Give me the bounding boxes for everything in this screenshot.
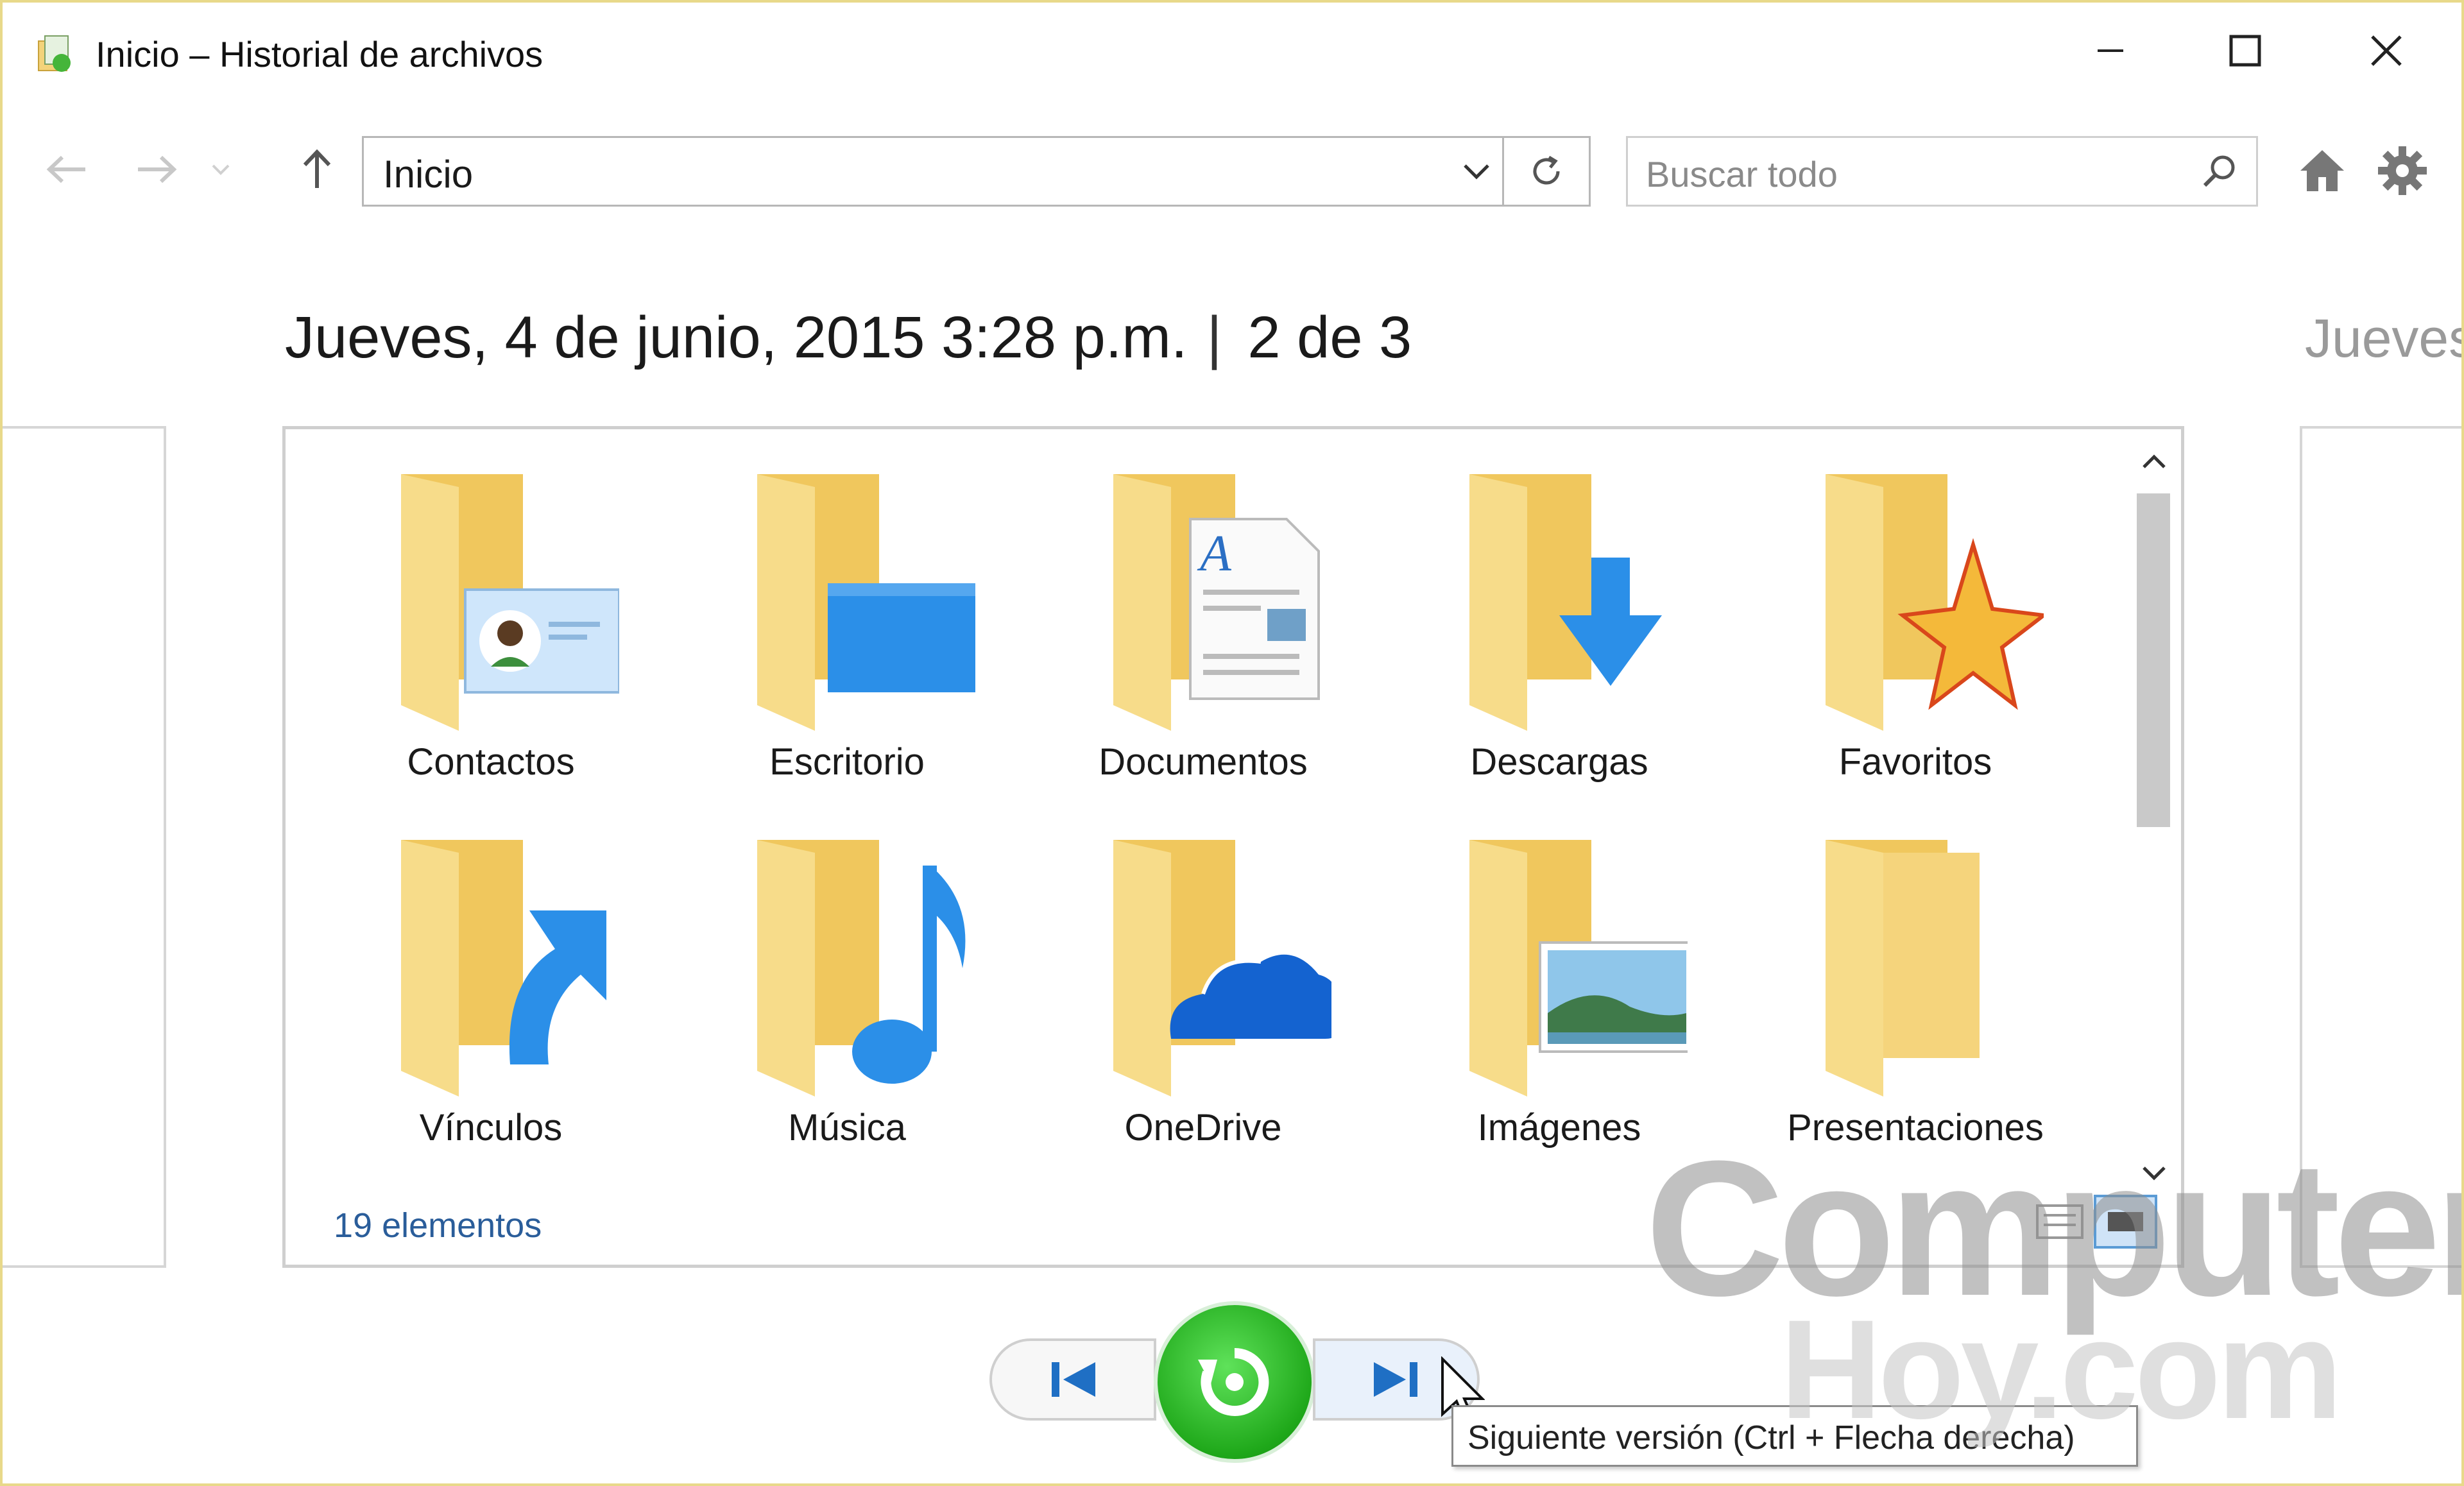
contacts-folder-icon bbox=[401, 474, 619, 731]
back-button[interactable] bbox=[38, 131, 96, 208]
music-folder-icon bbox=[757, 840, 966, 1097]
gear-icon bbox=[2378, 146, 2427, 195]
file-history-window: Inicio – Historial de archivos Inicio Bu… bbox=[0, 0, 2464, 1486]
restore-icon bbox=[1198, 1347, 1269, 1416]
svg-text:A: A bbox=[1197, 525, 1232, 582]
folder-label: Descargas bbox=[1470, 741, 1648, 783]
desktop-folder-icon bbox=[757, 474, 975, 731]
forward-button[interactable] bbox=[128, 131, 185, 208]
address-dropdown-button[interactable] bbox=[1451, 138, 1502, 205]
folder-label: Escritorio bbox=[769, 741, 925, 783]
item-count: 19 elementos bbox=[334, 1206, 542, 1245]
chevron-down-icon bbox=[1464, 164, 1489, 180]
scroll-up-button[interactable] bbox=[2126, 436, 2181, 487]
folder-vinculos[interactable]: Vínculos bbox=[324, 827, 658, 1186]
chevron-down-icon bbox=[212, 164, 230, 175]
folder-label: Contactos bbox=[407, 741, 575, 783]
backup-date: Jueves, 4 de junio, 2015 3:28 p.m. bbox=[285, 305, 1188, 370]
folder-label: Favoritos bbox=[1838, 741, 1992, 783]
restore-button[interactable] bbox=[1158, 1305, 1312, 1459]
folder-label: Documentos bbox=[1099, 741, 1308, 783]
folder-documentos[interactable]: A Documentos bbox=[1036, 461, 1370, 821]
back-arrow-icon bbox=[46, 155, 85, 184]
address-text: Inicio bbox=[383, 153, 474, 196]
settings-button[interactable] bbox=[2370, 139, 2434, 203]
folder-escritorio[interactable]: Escritorio bbox=[680, 461, 1014, 821]
presentations-folder-icon bbox=[1826, 840, 1980, 1097]
maximize-icon bbox=[2229, 35, 2261, 67]
minimize-icon bbox=[2098, 49, 2123, 52]
version-position: 2 de 3 bbox=[1247, 305, 1412, 370]
skip-previous-icon bbox=[1052, 1362, 1095, 1397]
minimize-button[interactable] bbox=[2075, 15, 2146, 86]
folder-label: Música bbox=[788, 1107, 906, 1149]
folder-contactos[interactable]: Contactos bbox=[324, 461, 658, 821]
home-button[interactable] bbox=[2290, 139, 2354, 203]
file-history-app-icon bbox=[38, 35, 71, 72]
favorites-folder-icon bbox=[1826, 474, 2044, 731]
backup-date-heading: Jueves, 4 de junio, 2015 3:28 p.m. | 2 de … bbox=[285, 304, 1412, 372]
search-box[interactable]: Buscar todo bbox=[1626, 136, 2258, 207]
onedrive-folder-icon bbox=[1113, 840, 1331, 1097]
pictures-folder-icon bbox=[1469, 840, 1688, 1097]
refresh-icon bbox=[1533, 155, 1560, 185]
address-bar[interactable]: Inicio bbox=[362, 136, 1504, 207]
folder-descargas[interactable]: Descargas bbox=[1392, 461, 1726, 821]
search-placeholder: Buscar todo bbox=[1646, 154, 1838, 194]
links-folder-icon bbox=[401, 840, 606, 1097]
title-bar: Inicio – Historial de archivos bbox=[3, 3, 2461, 108]
next-version-peek-label[interactable]: Jueves bbox=[2305, 307, 2461, 370]
close-icon bbox=[2371, 35, 2402, 66]
up-button[interactable] bbox=[288, 131, 346, 208]
refresh-button[interactable] bbox=[1504, 136, 1591, 207]
documents-folder-icon: A bbox=[1113, 474, 1320, 731]
window-title: Inicio – Historial de archivos bbox=[96, 34, 543, 74]
scroll-thumb[interactable] bbox=[2137, 493, 2170, 827]
folder-onedrive[interactable]: OneDrive bbox=[1036, 827, 1370, 1186]
previous-version-panel[interactable] bbox=[3, 426, 166, 1268]
up-arrow-icon bbox=[303, 149, 331, 188]
chevron-up-icon bbox=[2142, 454, 2166, 468]
forward-arrow-icon bbox=[138, 155, 177, 184]
search-icon[interactable] bbox=[2201, 152, 2239, 191]
previous-version-button[interactable] bbox=[989, 1338, 1156, 1421]
recent-locations-button[interactable] bbox=[201, 131, 240, 208]
downloads-folder-icon bbox=[1469, 474, 1662, 731]
skip-next-icon bbox=[1374, 1362, 1417, 1397]
home-icon bbox=[2300, 150, 2344, 191]
close-button[interactable] bbox=[2351, 15, 2422, 86]
folder-musica[interactable]: Música bbox=[680, 827, 1014, 1186]
computerhoy-watermark-logo: Computer Hoy.com bbox=[1645, 1120, 2464, 1448]
maximize-button[interactable] bbox=[2210, 15, 2280, 86]
folder-favoritos[interactable]: Favoritos bbox=[1749, 461, 2082, 821]
folder-label: OneDrive bbox=[1124, 1107, 1282, 1149]
folder-label: Vínculos bbox=[419, 1107, 563, 1149]
heading-separator: | bbox=[1206, 305, 1222, 370]
